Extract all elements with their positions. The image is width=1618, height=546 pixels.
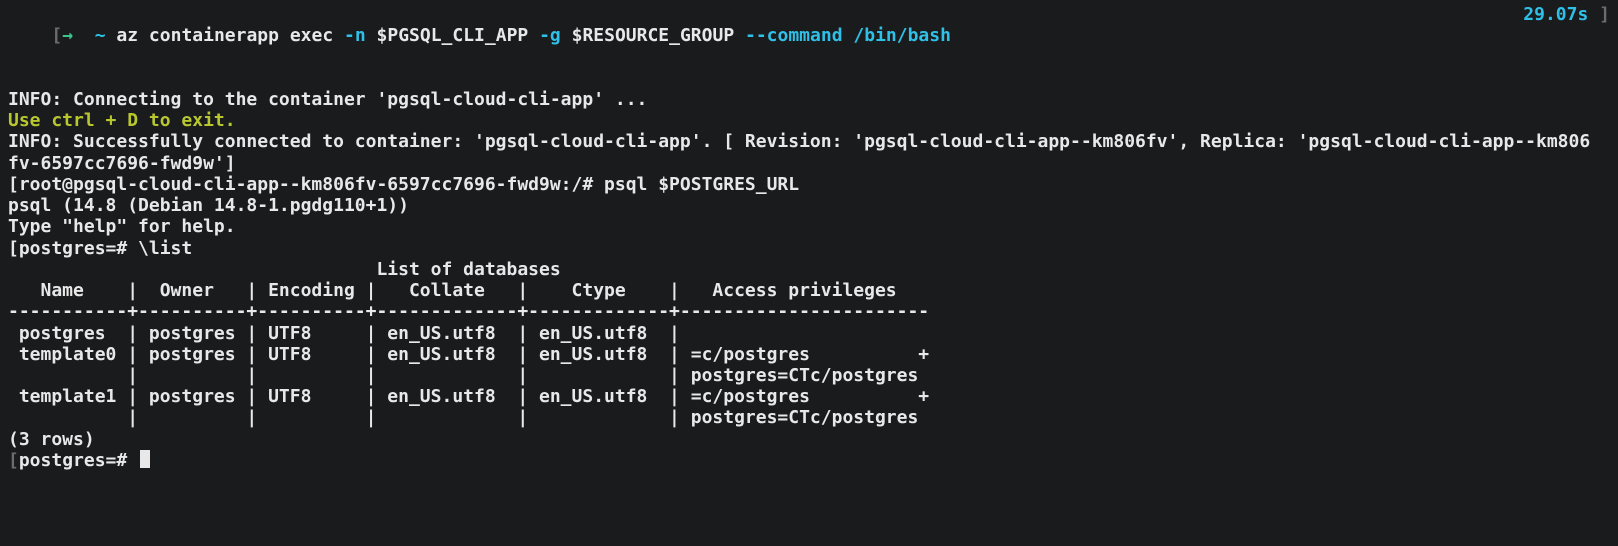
prompt-arrow-icon: → bbox=[62, 25, 73, 46]
psql-help-hint: Type "help" for help. bbox=[8, 216, 1610, 237]
psql-prompt-active[interactable]: [postgres=# bbox=[8, 450, 1610, 471]
env-app: $PGSQL_CLI_APP bbox=[366, 25, 539, 46]
exit-hint: Use ctrl + D to exit. bbox=[8, 110, 1610, 131]
opt-command: --command bbox=[745, 25, 843, 46]
psql-prompt-text: postgres=# bbox=[19, 450, 138, 471]
table-separator: -----------+----------+----------+------… bbox=[8, 301, 1610, 322]
table-row: template1 | postgres | UTF8 | en_US.utf8… bbox=[8, 386, 1610, 407]
opt-g: -g bbox=[539, 25, 561, 46]
elapsed-time-value: 29.07s bbox=[1523, 4, 1588, 25]
row-count: (3 rows) bbox=[8, 429, 1610, 450]
shell-prompt-line: [root@pgsql-cloud-cli-app--km806fv-6597c… bbox=[8, 174, 1610, 195]
psql-list-command: [postgres=# \list bbox=[8, 238, 1610, 259]
table-row: template0 | postgres | UTF8 | en_US.utf8… bbox=[8, 344, 1610, 365]
table-row: | | | | | postgres=CTc/postgres bbox=[8, 365, 1610, 386]
command-path: /bin/bash bbox=[853, 25, 951, 46]
top-command-line: [→ ~ az containerapp exec -n $PGSQL_CLI_… bbox=[8, 4, 1610, 89]
info-connecting: INFO: Connecting to the container 'pgsql… bbox=[8, 89, 1610, 110]
info-connected-2: fv-6597cc7696-fwd9w'] bbox=[8, 153, 1610, 174]
cursor-icon bbox=[140, 450, 150, 468]
prompt-tilde-icon: ~ bbox=[95, 25, 106, 46]
bracket-open-2: [ bbox=[8, 450, 19, 471]
bracket-close: ] bbox=[1599, 4, 1610, 25]
terminal-window[interactable]: [→ ~ az containerapp exec -n $PGSQL_CLI_… bbox=[0, 0, 1618, 546]
env-rg: $RESOURCE_GROUP bbox=[561, 25, 745, 46]
psql-version: psql (14.8 (Debian 14.8-1.pgdg110+1)) bbox=[8, 195, 1610, 216]
table-title: List of databases bbox=[8, 259, 1610, 280]
info-connected-1: INFO: Successfully connected to containe… bbox=[8, 131, 1610, 152]
table-header: Name | Owner | Encoding | Collate | Ctyp… bbox=[8, 280, 1610, 301]
command-text: az containerapp exec bbox=[116, 25, 344, 46]
table-row: | | | | | postgres=CTc/postgres bbox=[8, 407, 1610, 428]
table-row: postgres | postgres | UTF8 | en_US.utf8 … bbox=[8, 323, 1610, 344]
elapsed-time: 29.07s ] bbox=[1523, 4, 1610, 25]
opt-n: -n bbox=[344, 25, 366, 46]
bracket-open: [ bbox=[51, 25, 62, 46]
space bbox=[843, 25, 854, 46]
